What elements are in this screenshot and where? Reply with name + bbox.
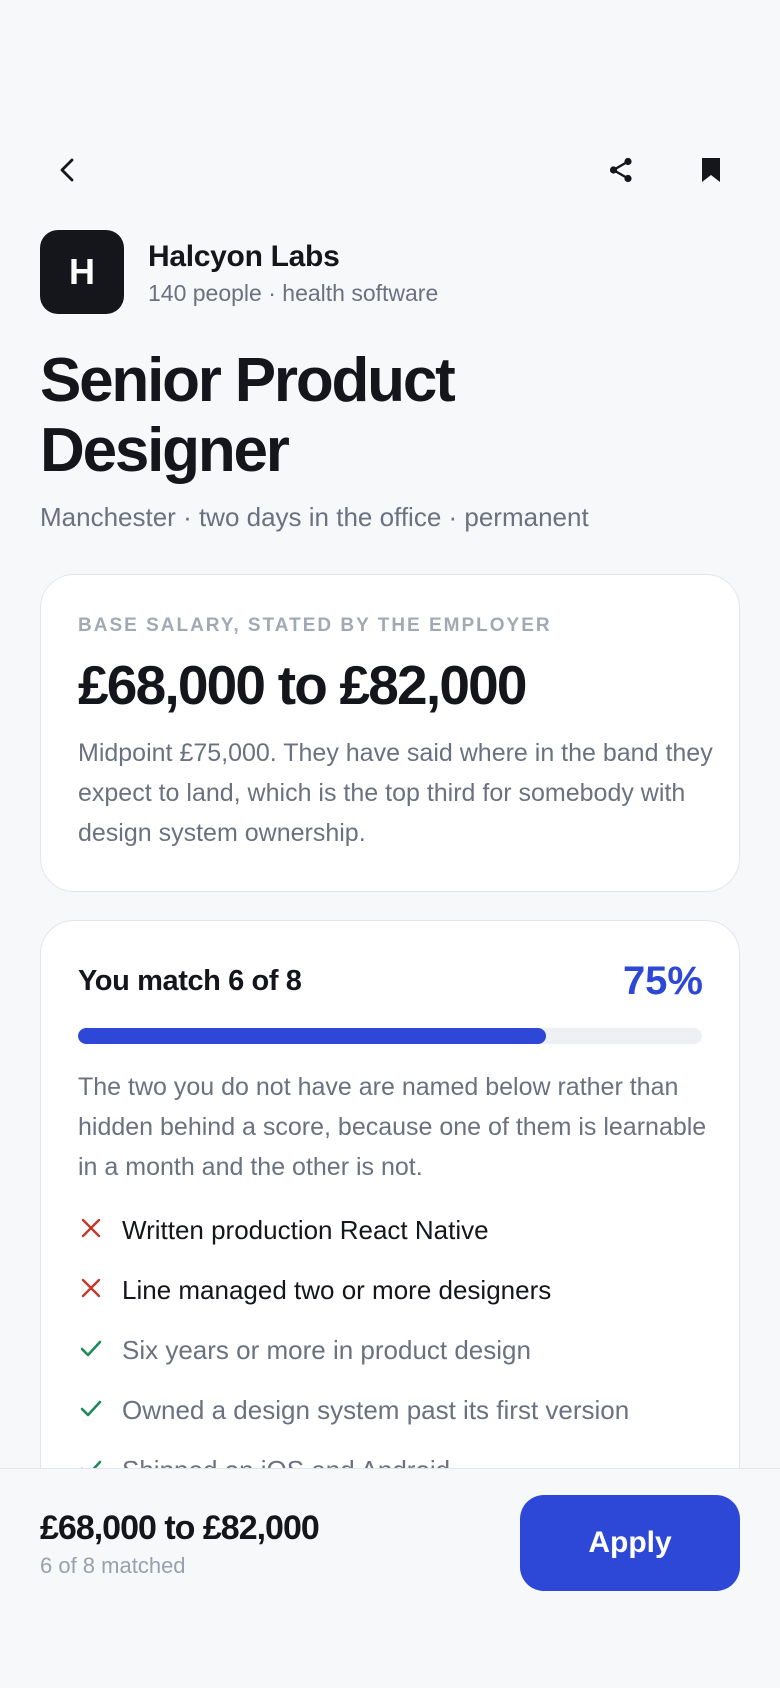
job-title-line-1: Senior Product	[40, 346, 456, 415]
requirement-item: Written production React Native	[78, 1211, 718, 1271]
bookmark-icon	[702, 158, 720, 182]
match-percent: 75%	[622, 959, 703, 1003]
requirement-text: Written production React Native	[122, 1215, 489, 1245]
match-progress-bar	[78, 1028, 702, 1044]
requirements-list: Written production React Native Line mana…	[78, 1211, 718, 1511]
match-title: You match 6 of 8	[78, 965, 302, 997]
back-button[interactable]	[40, 142, 96, 198]
chevron-left-icon	[60, 158, 74, 182]
match-progress-fill	[78, 1028, 546, 1044]
bottom-action-bar: £68,000 to £82,000 6 of 8 matched Apply	[0, 1468, 780, 1688]
bottom-salary: £68,000 to £82,000	[40, 1509, 320, 1547]
requirement-item: Six years or more in product design	[78, 1331, 718, 1391]
check-icon	[80, 1337, 102, 1359]
requirement-item: Line managed two or more designers	[78, 1271, 718, 1331]
company-name[interactable]: Halcyon Labs	[148, 240, 340, 274]
salary-description: Midpoint £75,000. They have said where i…	[78, 739, 713, 847]
requirement-text: Owned a design system past its first ver…	[122, 1395, 630, 1425]
top-navigation	[0, 140, 780, 200]
x-icon	[80, 1217, 102, 1239]
share-icon	[609, 157, 632, 183]
x-icon	[80, 1277, 102, 1299]
requirement-item: Owned a design system past its first ver…	[78, 1391, 718, 1451]
company-meta: 140 people · health software	[148, 280, 439, 306]
job-title-line-2: Designer	[40, 416, 290, 485]
job-title: Senior Product Designer	[40, 346, 660, 486]
salary-range: £68,000 to £82,000	[78, 654, 528, 716]
apply-button[interactable]: Apply	[520, 1495, 740, 1591]
match-description: The two you do not have are named below …	[78, 1073, 707, 1181]
requirement-text: Line managed two or more designers	[122, 1275, 552, 1305]
salary-card: BASE SALARY, STATED BY THE EMPLOYER £68,…	[40, 574, 740, 892]
company-logo: H	[40, 230, 124, 314]
job-subtitle: Manchester · two days in the office · pe…	[40, 502, 589, 532]
share-button[interactable]	[593, 142, 649, 198]
requirement-text: Six years or more in product design	[122, 1335, 531, 1365]
bottom-match-summary: 6 of 8 matched	[40, 1553, 186, 1578]
salary-label: BASE SALARY, STATED BY THE EMPLOYER	[78, 615, 552, 636]
bookmark-button[interactable]	[683, 142, 739, 198]
job-detail-screen: H Halcyon Labs 140 people · health softw…	[0, 0, 780, 1688]
check-icon	[80, 1397, 102, 1419]
company-header: H Halcyon Labs 140 people · health softw…	[40, 230, 740, 314]
